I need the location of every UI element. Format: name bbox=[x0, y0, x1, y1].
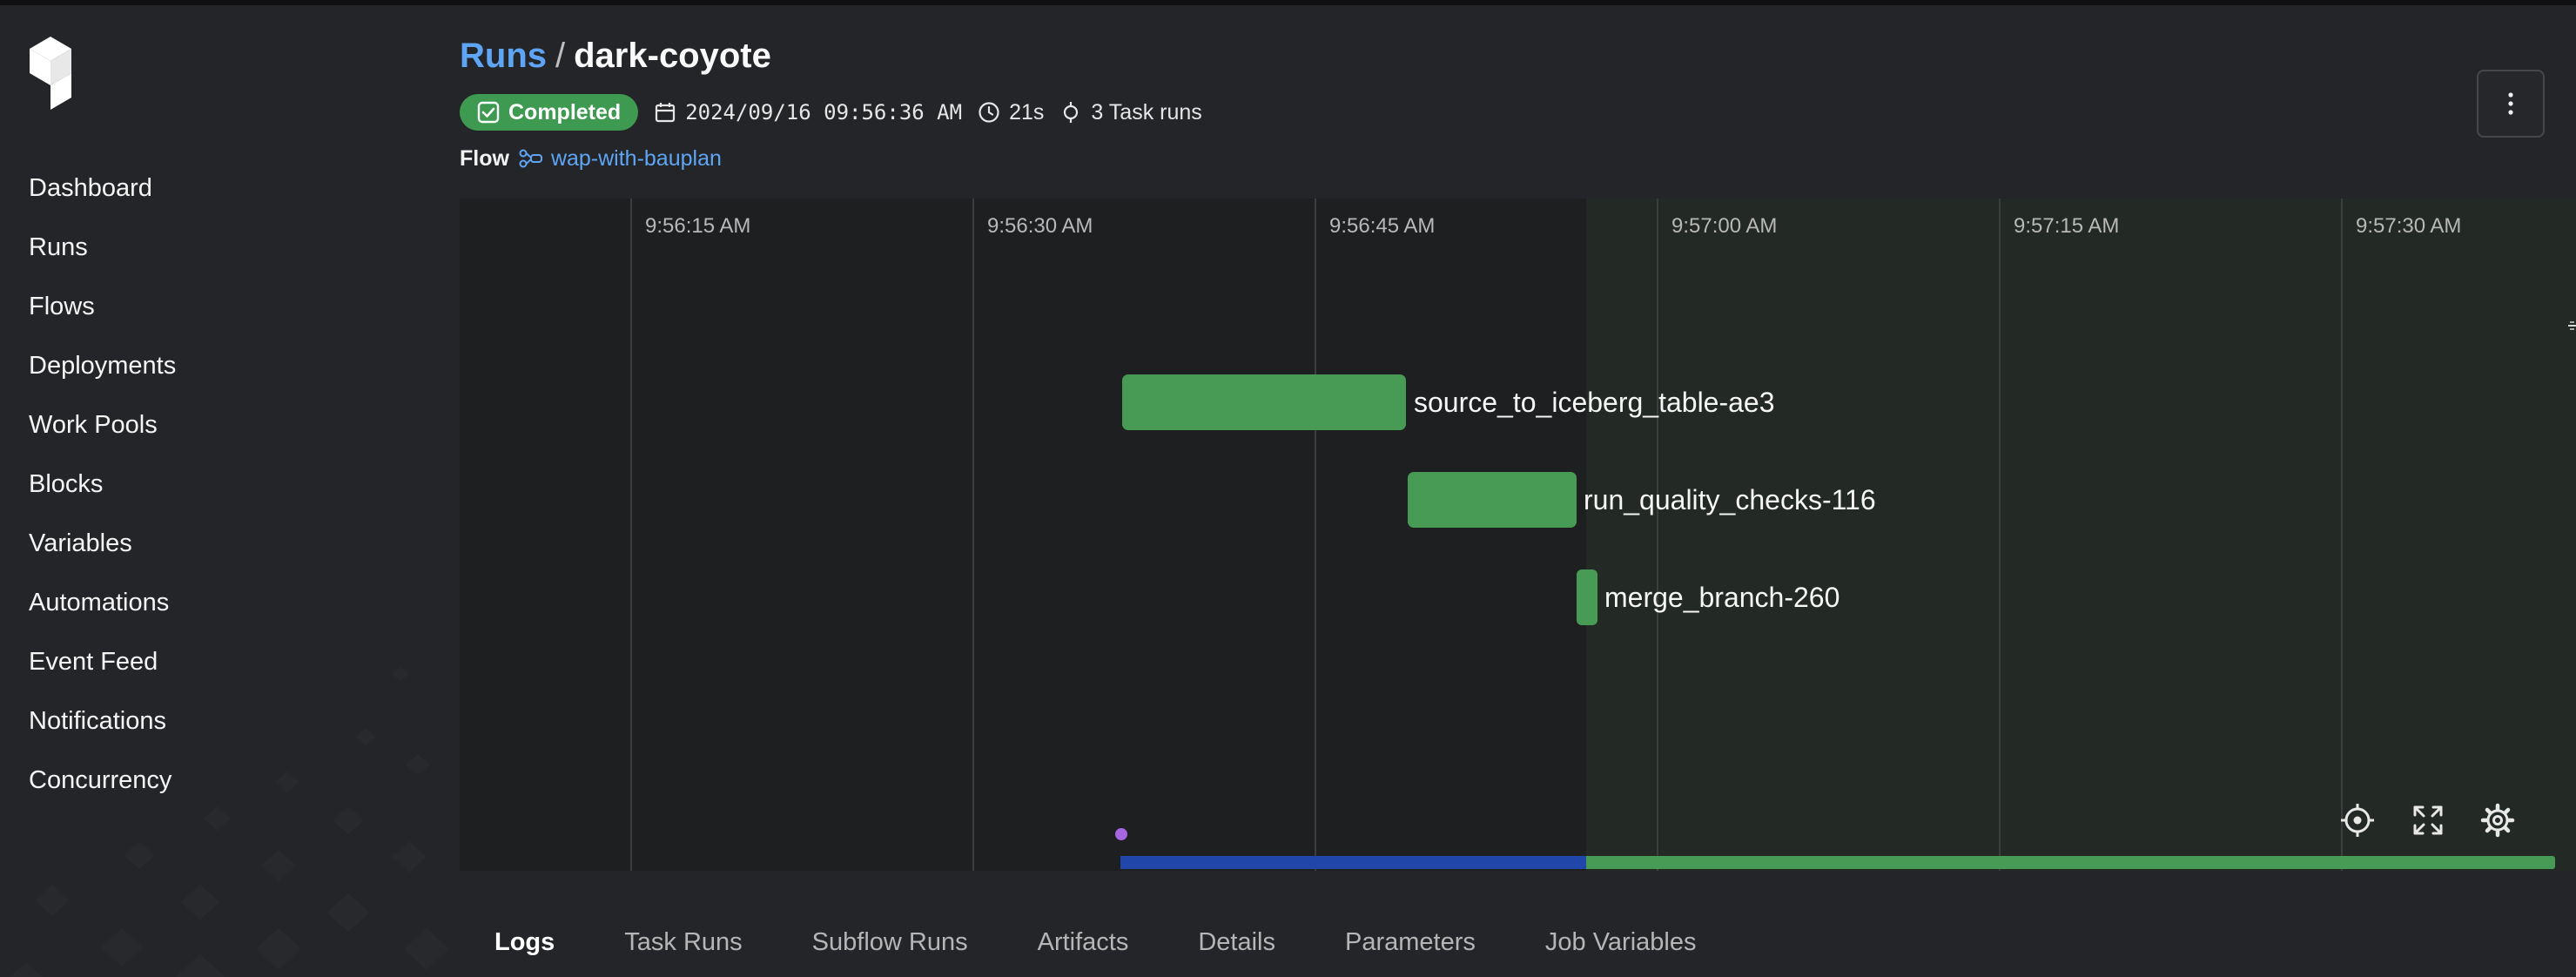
duration-value: 21s bbox=[1009, 99, 1045, 125]
breadcrumb-separator: / bbox=[555, 37, 566, 75]
timeline-tick-label: 9:57:15 AM bbox=[2014, 214, 2120, 238]
timeline-gridline bbox=[1657, 199, 1658, 871]
timeline-gridline bbox=[1315, 199, 1316, 871]
more-options-button[interactable] bbox=[2477, 70, 2545, 138]
page-title: dark-coyote bbox=[574, 37, 771, 75]
timeline-settings-button[interactable] bbox=[2478, 801, 2517, 839]
tab-artifacts[interactable]: Artifacts bbox=[1003, 914, 1164, 967]
timeline-tick-label: 9:56:15 AM bbox=[645, 214, 751, 238]
sidebar-background-pattern bbox=[9, 667, 449, 977]
task-runs-value: 3 Task runs bbox=[1091, 99, 1202, 125]
gear-icon bbox=[2480, 803, 2515, 838]
timeline-tick-label: 9:57:00 AM bbox=[1671, 214, 1778, 238]
crosshair-icon bbox=[2341, 804, 2374, 837]
breadcrumb-runs-link[interactable]: Runs bbox=[460, 37, 547, 75]
prefect-logo-icon[interactable] bbox=[28, 37, 73, 110]
tab-subflow-runs[interactable]: Subflow Runs bbox=[777, 914, 1003, 967]
status-label: Completed bbox=[508, 99, 622, 125]
breadcrumb: Runs / dark-coyote bbox=[460, 33, 771, 78]
timeline-scrubber-running bbox=[1120, 856, 1586, 869]
timeline-gridline bbox=[2341, 199, 2343, 871]
flow-label: Flow bbox=[460, 145, 509, 171]
flow-link[interactable]: wap-with-bauplan bbox=[518, 146, 722, 172]
timeline-gridline bbox=[972, 199, 974, 871]
fullscreen-button[interactable] bbox=[2409, 801, 2447, 839]
sidebar: Dashboard Runs Flows Deployments Work Po… bbox=[0, 5, 453, 977]
sidebar-item-dashboard[interactable]: Dashboard bbox=[29, 164, 176, 223]
timeline-gridline bbox=[1999, 199, 2001, 871]
task-runs-count: 3 Task runs bbox=[1059, 99, 1202, 125]
task-run-icon bbox=[1064, 102, 1079, 123]
task-run-label: run_quality_checks-116 bbox=[1584, 484, 1876, 515]
flow-name[interactable]: wap-with-bauplan bbox=[551, 146, 722, 172]
timeline-tick-label: 9:56:30 AM bbox=[987, 214, 1093, 238]
status-badge: Completed bbox=[460, 94, 639, 131]
center-view-button[interactable] bbox=[2338, 801, 2377, 839]
sidebar-item-work-pools[interactable]: Work Pools bbox=[29, 401, 176, 460]
kebab-menu-icon bbox=[2508, 92, 2513, 115]
tab-details[interactable]: Details bbox=[1163, 914, 1310, 967]
task-run-bar[interactable] bbox=[1577, 569, 1597, 625]
sidebar-item-deployments[interactable]: Deployments bbox=[29, 341, 176, 401]
clock-icon bbox=[979, 102, 999, 123]
timeline-tick-label: 9:57:30 AM bbox=[2356, 214, 2462, 238]
tab-job-variables[interactable]: Job Variables bbox=[1510, 914, 1732, 967]
tab-task-runs[interactable]: Task Runs bbox=[589, 914, 777, 967]
sidebar-item-blocks[interactable]: Blocks bbox=[29, 460, 176, 519]
calendar-icon bbox=[656, 103, 676, 123]
task-run-bar[interactable] bbox=[1122, 374, 1406, 430]
flow-row: Flow wap-with-bauplan bbox=[460, 143, 722, 174]
start-time: 2024/09/16 09:56:36 AM bbox=[654, 100, 962, 125]
check-square-icon bbox=[477, 101, 500, 124]
timeline-future-region bbox=[1586, 199, 2576, 871]
sidebar-item-runs[interactable]: Runs bbox=[29, 223, 176, 282]
start-time-value: 2024/09/16 09:56:36 AM bbox=[685, 100, 963, 125]
timeline-tick-label: 9:56:45 AM bbox=[1329, 214, 1436, 238]
tab-logs[interactable]: Logs bbox=[460, 914, 589, 967]
run-detail-tabs: Logs Task Runs Subflow Runs Artifacts De… bbox=[460, 914, 1731, 967]
sidebar-item-variables[interactable]: Variables bbox=[29, 519, 176, 578]
task-run-label: merge_branch-260 bbox=[1604, 582, 1840, 613]
timeline-scrubber-completed[interactable] bbox=[1586, 856, 2555, 869]
event-marker[interactable] bbox=[1115, 828, 1127, 840]
run-meta-row: Completed 2024/09/16 09:56:36 AM 21s 3 T… bbox=[460, 94, 1202, 131]
tab-parameters[interactable]: Parameters bbox=[1310, 914, 1510, 967]
duration: 21s bbox=[978, 100, 1044, 125]
task-run-bar[interactable] bbox=[1408, 472, 1577, 528]
resize-handle-icon[interactable] bbox=[2568, 319, 2576, 333]
task-run-label: source_to_iceberg_table-ae3 bbox=[1414, 387, 1775, 418]
sidebar-item-flows[interactable]: Flows bbox=[29, 282, 176, 341]
run-timeline[interactable]: 9:56:15 AM 9:56:30 AM 9:56:45 AM 9:57:00… bbox=[460, 199, 2576, 871]
expand-icon bbox=[2413, 805, 2443, 835]
timeline-gridline bbox=[630, 199, 632, 871]
flow-icon bbox=[519, 149, 542, 168]
